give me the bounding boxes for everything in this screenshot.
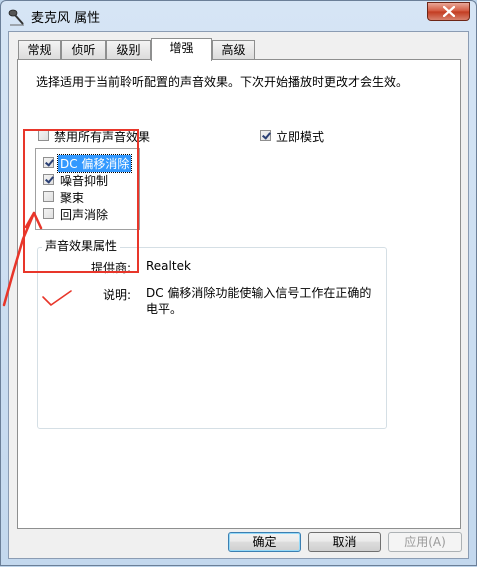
dialog-client: 常规 侦听 级别 增强 高级 选择适用于当前聆听配置的声音效果。下次开始播放时更… <box>8 31 469 559</box>
description-value: DC 偏移消除功能使输入信号工作在正确的电平。 <box>146 286 372 316</box>
immediate-mode-checkbox[interactable] <box>260 130 271 141</box>
tab-general[interactable]: 常规 <box>18 40 61 59</box>
tab-advanced[interactable]: 高级 <box>212 40 255 59</box>
microphone-icon <box>7 7 27 27</box>
tab-listen[interactable]: 侦听 <box>61 40 106 59</box>
properties-window: 麦克风 属性 常规 侦听 级别 增强 高级 选择适用于当前聆听配置的声音效果。下… <box>0 0 477 566</box>
close-icon <box>442 6 455 17</box>
window-title: 麦克风 属性 <box>31 11 101 26</box>
description-label: 说明: <box>102 288 131 302</box>
tab-enhancements[interactable]: 增强 <box>151 38 212 61</box>
title-bar[interactable]: 麦克风 属性 <box>1 1 476 31</box>
apply-button[interactable]: 应用(A) <box>388 532 462 552</box>
tab-levels[interactable]: 级别 <box>106 40 151 59</box>
annotation-rectangle <box>23 129 139 273</box>
ok-button[interactable]: 确定 <box>228 532 301 552</box>
enhancement-description: 选择适用于当前聆听配置的声音效果。下次开始播放时更改才会生效。 <box>36 75 409 89</box>
close-button[interactable] <box>427 2 470 21</box>
cancel-button[interactable]: 取消 <box>308 532 381 552</box>
immediate-mode-label[interactable]: 立即模式 <box>276 128 324 145</box>
provider-value: Realtek <box>146 259 191 273</box>
